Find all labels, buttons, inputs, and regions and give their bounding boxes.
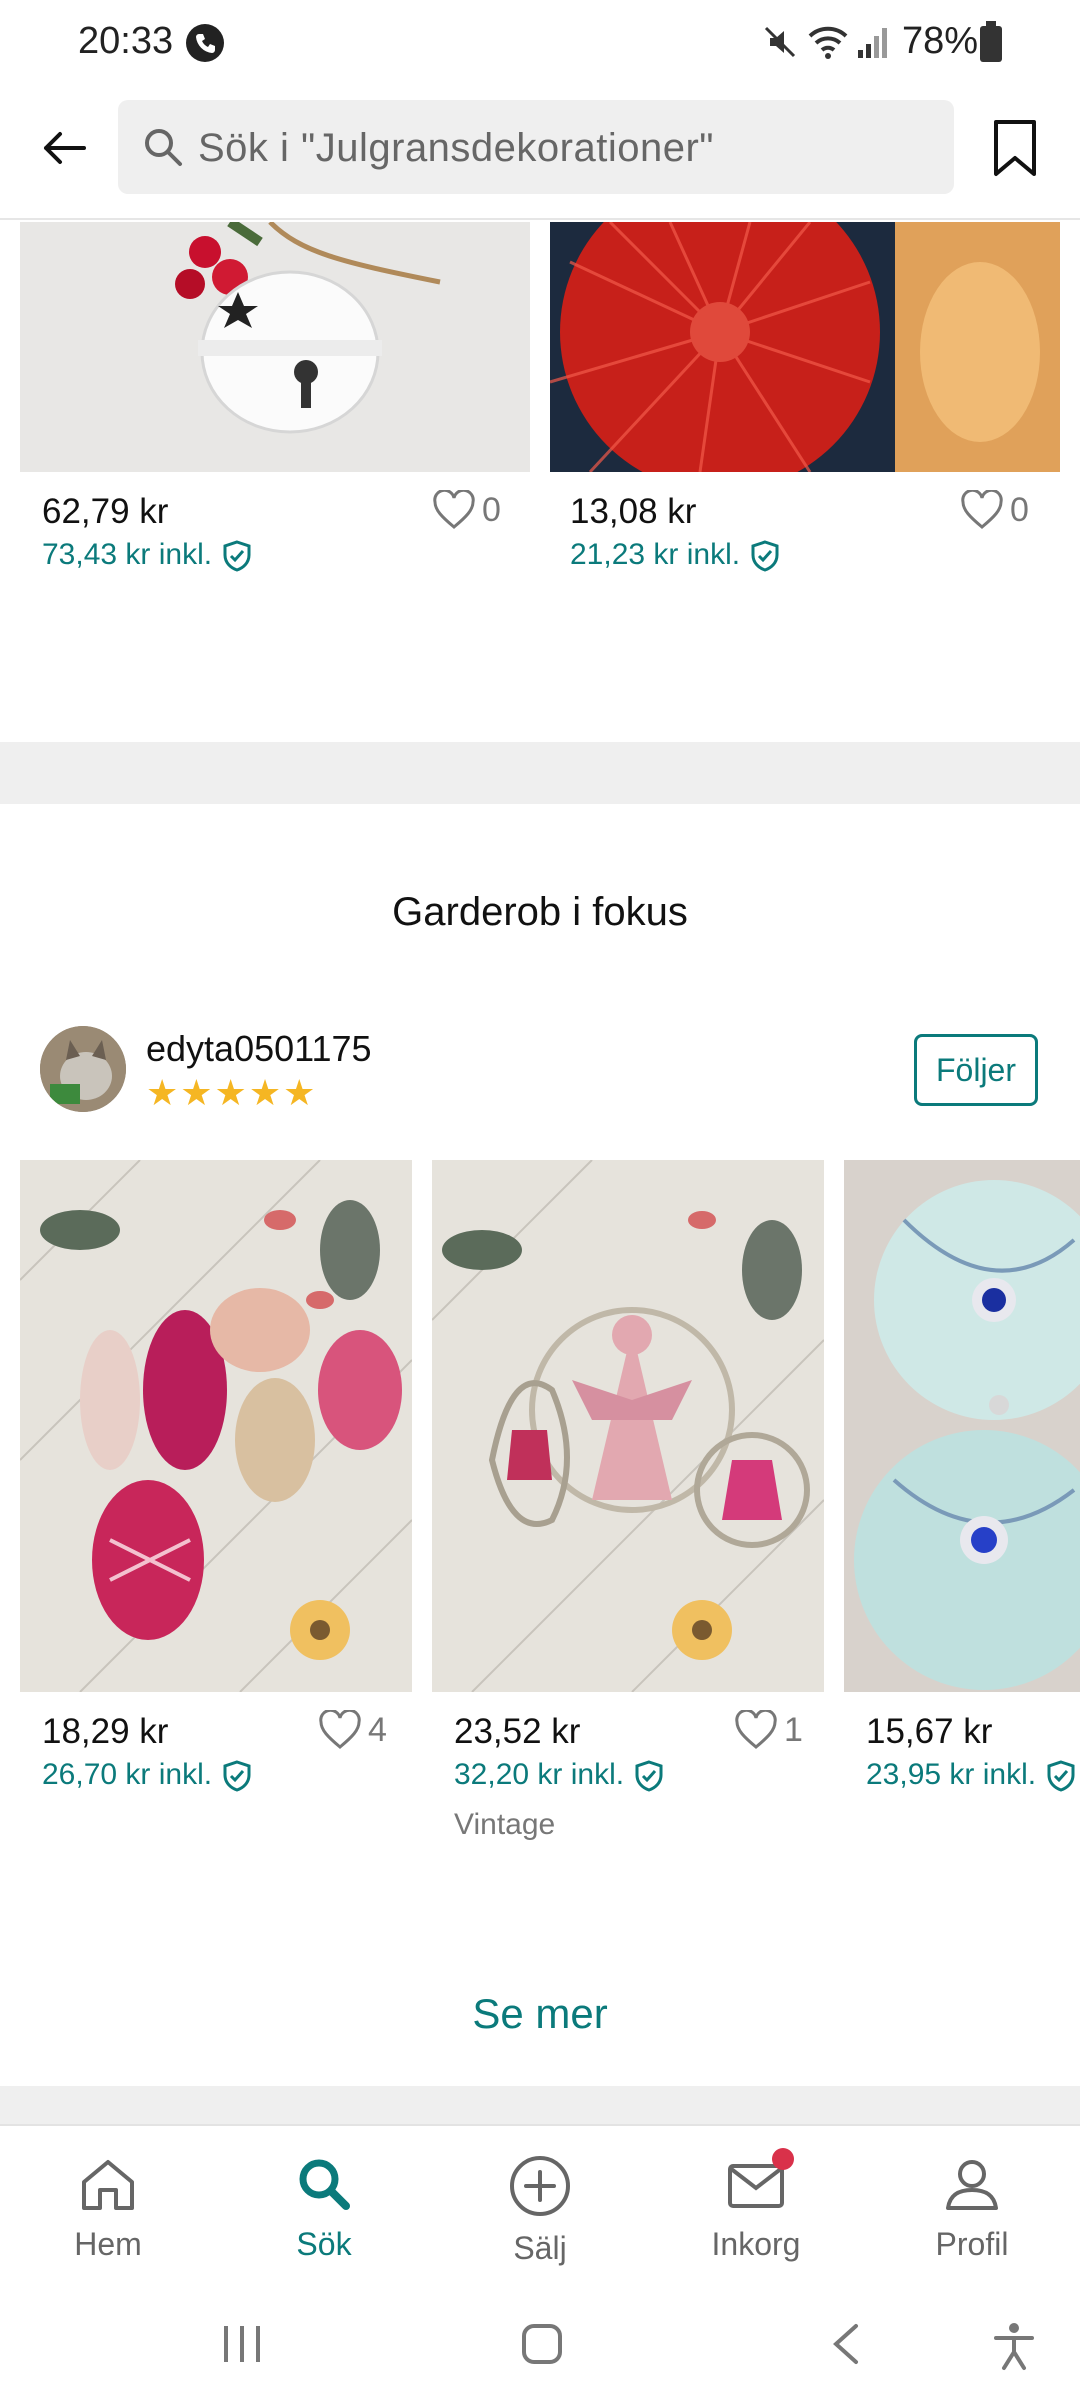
system-back-icon[interactable] <box>826 2320 866 2368</box>
profile-icon <box>946 2160 998 2210</box>
product-price: 23,52 kr <box>454 1712 581 1751</box>
shield-check-icon <box>223 540 251 572</box>
nav-item-profile[interactable]: Profil <box>892 2154 1052 2263</box>
product-price: 18,29 kr <box>42 1712 169 1751</box>
favourite-button[interactable]: 4 <box>318 1710 387 1750</box>
back-button[interactable] <box>26 110 102 186</box>
heart-icon <box>319 1710 361 1749</box>
battery-icon <box>980 21 1002 62</box>
mute-icon <box>760 22 800 67</box>
nav-item-home[interactable]: Hem <box>28 2154 188 2263</box>
notification-dot <box>772 2148 794 2170</box>
search-query-text: Sök i "Julgransdekorationer" <box>198 126 714 170</box>
plus-circle-icon <box>510 2156 570 2216</box>
call-icon <box>186 24 224 62</box>
recent-apps-icon[interactable] <box>218 2322 268 2366</box>
nav-label: Sök <box>296 2226 352 2262</box>
seller-username[interactable]: edyta0501175 <box>146 1028 372 1070</box>
product-image[interactable] <box>20 222 530 472</box>
accessibility-icon[interactable] <box>990 2320 1038 2372</box>
product-meta-clipped: 15,67 kr 23,95 kr inkl. <box>844 1700 1080 1820</box>
favourite-count: 0 <box>1010 490 1029 529</box>
nav-item-sell[interactable]: Sälj <box>460 2154 620 2267</box>
favourite-button[interactable]: 1 <box>734 1710 803 1750</box>
home-icon <box>82 2160 134 2210</box>
nav-item-inbox[interactable]: Inkorg <box>676 2148 836 2263</box>
save-search-button[interactable] <box>980 110 1050 186</box>
nav-label: Sälj <box>513 2230 567 2266</box>
price-incl-text: 32,20 kr inkl. <box>454 1758 625 1791</box>
search-input[interactable]: Sök i "Julgransdekorationer" <box>118 100 954 194</box>
status-bar: 20:33 78% <box>0 0 1080 90</box>
nav-label: Inkorg <box>711 2226 801 2262</box>
favourite-button[interactable]: 0 <box>432 490 501 530</box>
signal-icon <box>856 22 892 67</box>
price-incl-protection: 21,23 kr inkl. <box>570 538 780 573</box>
favourite-count: 4 <box>368 1710 387 1749</box>
heart-icon <box>433 490 475 529</box>
heart-icon <box>735 1710 777 1749</box>
battery-percent: 78% <box>902 20 979 62</box>
product-price: 62,79 kr <box>42 492 169 531</box>
price-incl-text: 73,43 kr inkl. <box>42 538 213 571</box>
arrow-left-icon <box>44 132 86 164</box>
search-header: Sök i "Julgransdekorationer" <box>0 90 1080 220</box>
section-divider <box>0 2086 1080 2124</box>
cat-avatar-image <box>40 1026 126 1112</box>
nav-label: Profil <box>935 2226 1009 2262</box>
shield-check-icon <box>751 540 779 572</box>
product-image[interactable] <box>844 1160 1080 1692</box>
follow-button[interactable]: Följer <box>914 1034 1038 1106</box>
product-image[interactable] <box>550 222 1060 472</box>
heart-icon <box>961 490 1003 529</box>
price-incl-text: 23,95 kr inkl. <box>866 1758 1037 1791</box>
system-navigation-bar <box>0 2292 1080 2400</box>
shield-check-icon <box>1047 1760 1075 1792</box>
section-divider <box>0 742 1080 804</box>
avatar[interactable] <box>40 1026 126 1112</box>
shield-check-icon <box>635 1760 663 1792</box>
shield-check-icon <box>223 1760 251 1792</box>
price-incl-text: 26,70 kr inkl. <box>42 1758 213 1791</box>
bookmark-icon <box>994 120 1036 176</box>
search-icon <box>145 129 182 166</box>
product-price: 15,67 kr <box>866 1712 993 1751</box>
section-title: Garderob i fokus <box>392 890 688 934</box>
bottom-navigation: Hem Sök Sälj Inkorg Profil <box>0 2124 1080 2292</box>
product-image[interactable] <box>20 1160 412 1692</box>
nav-label: Hem <box>74 2226 142 2262</box>
price-incl-text: 21,23 kr inkl. <box>570 538 741 571</box>
pink-glass-ornaments-image <box>20 1160 412 1692</box>
price-incl-protection: 73,43 kr inkl. <box>42 538 252 573</box>
red-bauble-image <box>550 222 1060 472</box>
nav-item-search[interactable]: Sök <box>244 2154 404 2263</box>
price-incl-protection: 26,70 kr inkl. <box>42 1758 252 1793</box>
favourite-count: 0 <box>482 490 501 529</box>
wifi-icon <box>806 22 850 67</box>
jingle-bell-ornament-image <box>20 222 530 472</box>
angel-and-bells-ornaments-image <box>432 1160 824 1692</box>
product-image[interactable] <box>432 1160 824 1692</box>
favourite-count: 1 <box>784 1710 803 1749</box>
blue-baubles-image <box>844 1160 1080 1692</box>
search-icon <box>299 2159 350 2210</box>
rating-stars: ★★★★★ <box>146 1072 318 1113</box>
see-more-link[interactable]: Se mer <box>0 1990 1080 2038</box>
price-incl-protection: 23,95 kr inkl. <box>866 1758 1076 1793</box>
home-button-icon[interactable] <box>518 2320 566 2368</box>
favourite-button[interactable]: 0 <box>960 490 1029 530</box>
product-price: 13,08 kr <box>570 492 697 531</box>
product-tag: Vintage <box>454 1808 556 1841</box>
status-time: 20:33 <box>78 20 174 62</box>
price-incl-protection: 32,20 kr inkl. <box>454 1758 664 1793</box>
